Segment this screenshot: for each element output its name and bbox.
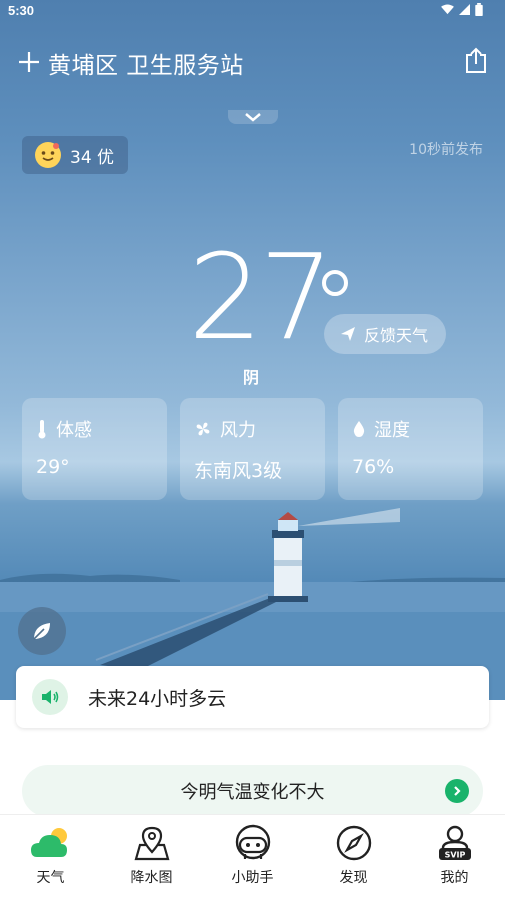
- tip-text: 今明气温变化不大: [180, 782, 325, 803]
- weather-condition: 阴: [243, 368, 260, 387]
- temperature-tip[interactable]: 今明气温变化不大: [22, 765, 483, 817]
- add-city-icon[interactable]: [17, 50, 41, 74]
- header: 黄埔区 卫生服务站: [0, 40, 505, 84]
- speaker-icon: [32, 679, 68, 715]
- tab-assistant[interactable]: 小助手: [202, 815, 303, 898]
- published-time: 10秒前发布: [409, 142, 483, 158]
- metric-value: 76%: [352, 456, 395, 478]
- droplet-icon: [353, 421, 365, 437]
- metric-label: 风力: [220, 420, 256, 441]
- tab-label: 小助手: [231, 870, 274, 886]
- thermometer-icon: [38, 420, 46, 439]
- announcement-text: 未来24小时多云: [88, 687, 227, 710]
- tab-weather[interactable]: 天气: [0, 815, 101, 898]
- share-icon[interactable]: [463, 46, 489, 74]
- metric-feels-like[interactable]: 体感 29°: [22, 398, 167, 500]
- tab-discover[interactable]: 发现: [303, 815, 404, 898]
- smiley-face-icon: [35, 142, 61, 168]
- tab-precipitation[interactable]: 降水图: [101, 815, 202, 898]
- metric-humidity[interactable]: 湿度 76%: [338, 398, 483, 500]
- status-bar: 5:30: [0, 0, 505, 24]
- signal-icon: [459, 4, 470, 15]
- expand-toggle[interactable]: [228, 110, 278, 124]
- metric-value: 29°: [36, 456, 70, 478]
- weather-icon: [29, 823, 73, 863]
- tab-mine[interactable]: SVIP 我的: [404, 815, 505, 898]
- leaf-button[interactable]: [18, 607, 66, 655]
- current-temperature: 27: [188, 228, 334, 366]
- weather-hero: 5:30 黄埔区 卫生服务站 34 优 10秒前发布 27 阴 反馈天气 体感 …: [0, 0, 505, 700]
- forecast-announcement[interactable]: 未来24小时多云: [16, 666, 489, 728]
- metric-label: 湿度: [374, 420, 410, 441]
- chevron-right-icon: [445, 779, 469, 803]
- battery-icon: [475, 3, 483, 16]
- location-title[interactable]: 黄埔区 卫生服务站: [48, 46, 244, 80]
- tab-label: 天气: [36, 870, 65, 886]
- degree-symbol: [322, 270, 348, 296]
- metric-wind[interactable]: 风力 东南风3级: [180, 398, 325, 500]
- aqi-badge[interactable]: 34 优: [22, 136, 128, 174]
- leaf-icon: [33, 623, 50, 640]
- aqi-value: 34 优: [70, 147, 115, 168]
- fan-icon: [196, 422, 210, 436]
- compass-icon: [332, 823, 376, 863]
- paper-plane-icon: [341, 327, 355, 341]
- tab-label: 发现: [339, 870, 368, 886]
- svip-user-icon: SVIP: [433, 823, 477, 863]
- tab-label: 降水图: [130, 870, 173, 886]
- feedback-label: 反馈天气: [364, 326, 429, 345]
- chevron-down-icon: [245, 113, 261, 122]
- feedback-button[interactable]: 反馈天气: [324, 314, 446, 354]
- map-pin-icon: [130, 823, 174, 863]
- status-icons: [441, 3, 483, 16]
- metric-label: 体感: [56, 420, 92, 441]
- bottom-tab-bar: 天气 降水图 小助手 发现 SVIP 我的: [0, 814, 505, 898]
- tab-label: 我的: [440, 870, 469, 886]
- metric-value: 东南风3级: [194, 460, 283, 482]
- status-time: 5:30: [8, 3, 35, 18]
- svg-text:SVIP: SVIP: [444, 851, 465, 860]
- robot-icon: [231, 823, 275, 863]
- wifi-icon: [441, 4, 454, 15]
